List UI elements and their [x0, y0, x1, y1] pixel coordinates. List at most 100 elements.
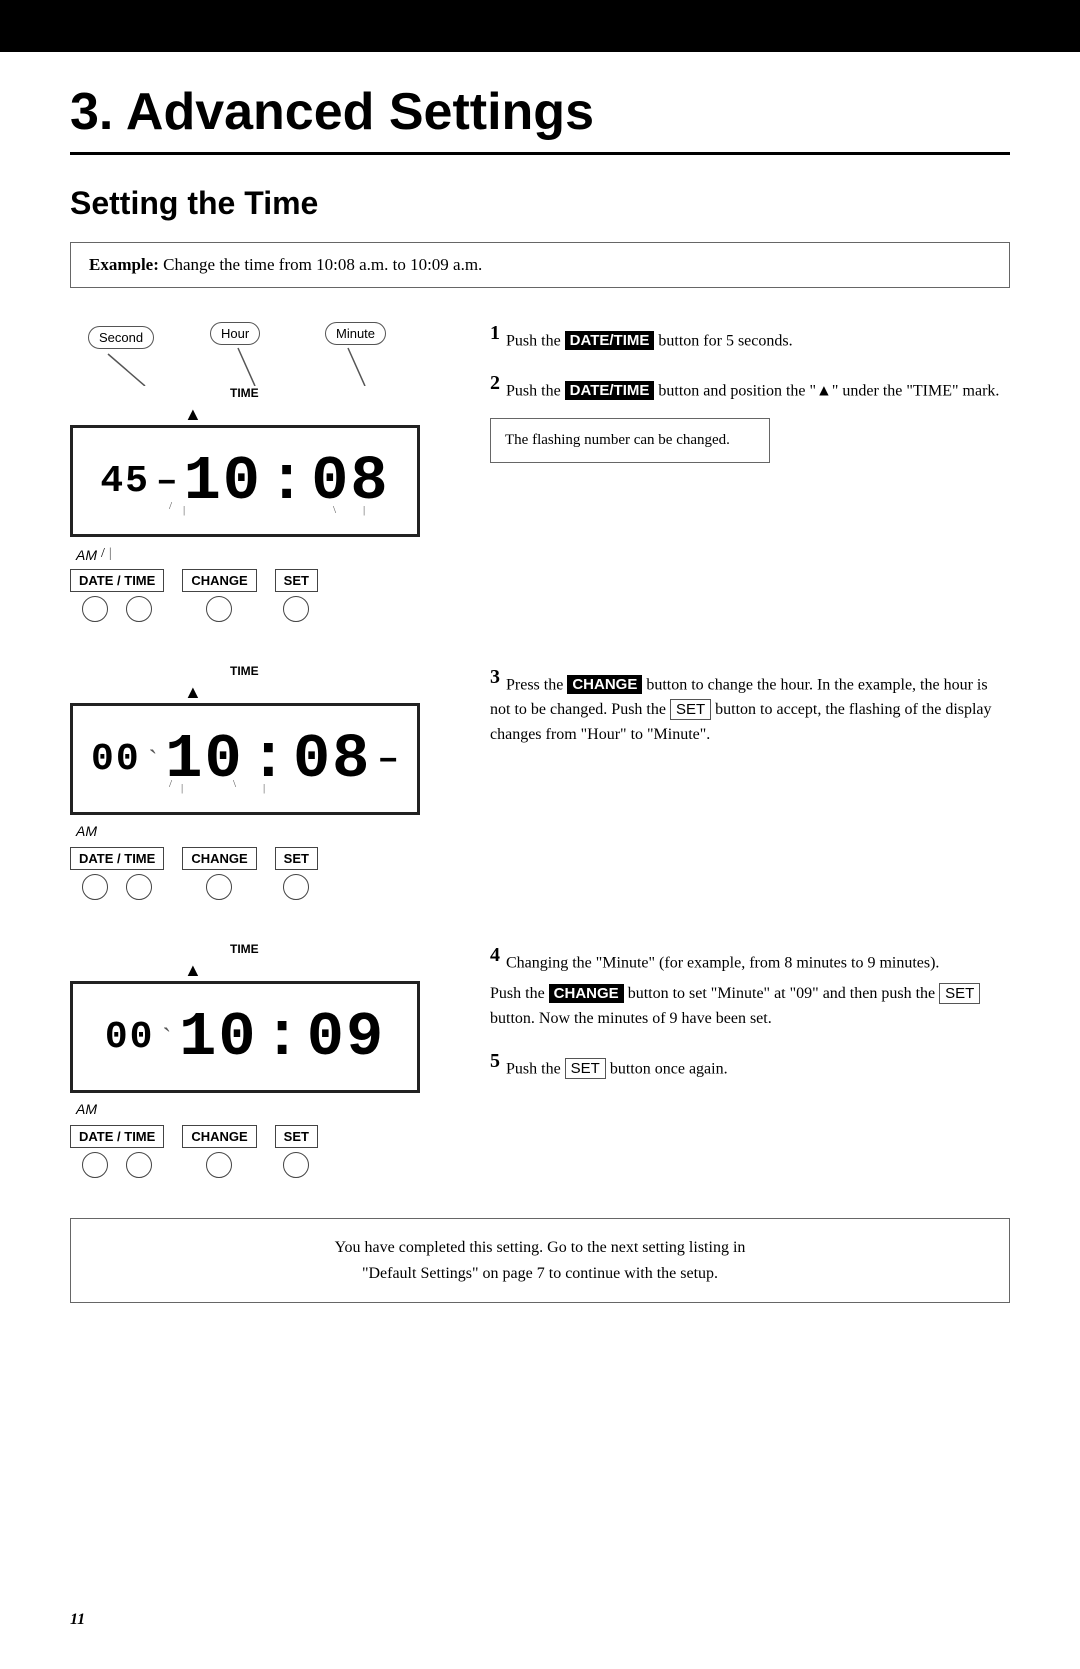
clock2-section: TIME ▲ 00 ` 10 : 08 – \ | / | A — [70, 662, 1010, 900]
clock3-btn-circle1[interactable] — [82, 1152, 108, 1178]
step4-highlight2: SET — [939, 983, 980, 1004]
clock2-dash: – — [377, 742, 399, 778]
clock2-change-group: CHANGE — [182, 847, 256, 900]
clock1-datetime-label[interactable]: DATE / TIME — [70, 569, 164, 592]
clock1-change-label[interactable]: CHANGE — [182, 569, 256, 592]
clock1-am: AM — [76, 547, 97, 563]
step4-part1: Changing the "Minute" (for example, from… — [506, 954, 939, 971]
step3-num: 3 — [490, 666, 500, 688]
step1-num: 1 — [490, 322, 500, 344]
clock1-time-label: TIME — [230, 386, 259, 400]
step1-after: button for 5 seconds. — [658, 332, 792, 349]
clock2-datetime-label[interactable]: DATE / TIME — [70, 847, 164, 870]
step4-highlight1: CHANGE — [549, 984, 624, 1003]
clock1-balloons: Second Hour Minute — [70, 318, 420, 386]
clock1-datetime-group: DATE / TIME — [70, 569, 164, 622]
clock2-change-label[interactable]: CHANGE — [182, 847, 256, 870]
clock2-colon: : — [250, 729, 287, 791]
clock2-datetime-group: DATE / TIME — [70, 847, 164, 900]
clock2-minutes: 08 — [293, 729, 371, 791]
clock1-right: 1 Push the DATE/TIME button for 5 second… — [490, 318, 1010, 463]
black-bar — [0, 0, 1080, 52]
clock1-left: Second Hour Minute TIME ▲ — [70, 318, 450, 622]
tick2: | — [183, 504, 185, 516]
clock3-left: TIME ▲ 00 ` 10 : 09 AM DATE / TIME — [70, 940, 450, 1178]
clock2-set-label[interactable]: SET — [275, 847, 318, 870]
clock1-set-label[interactable]: SET — [275, 569, 318, 592]
clock1-arrow: ▲ — [184, 404, 202, 424]
step3-text: 3 Press the CHANGE button to change the … — [490, 662, 1010, 748]
clock1-section: Second Hour Minute TIME ▲ — [70, 318, 1010, 622]
tick8: | — [181, 782, 183, 794]
clock1-button-row: DATE / TIME CHANGE SET — [70, 569, 450, 622]
tick1: / — [169, 500, 172, 512]
clock2-left: TIME ▲ 00 ` 10 : 08 – \ | / | A — [70, 662, 450, 900]
clock3-time-label: TIME — [230, 942, 259, 956]
clock1-set-group: SET — [275, 569, 318, 622]
section-title: Setting the Time — [70, 185, 1010, 222]
clock2-btn-circle2[interactable] — [126, 874, 152, 900]
step5-before: Push the — [506, 1060, 565, 1077]
step3-highlight2: SET — [670, 699, 711, 720]
page-number: 11 — [70, 1611, 85, 1629]
clock1-btn-circle3[interactable] — [206, 596, 232, 622]
clock1-hours: 10 — [184, 451, 262, 513]
clock1-minutes: 08 — [311, 451, 389, 513]
clock3-minutes: 09 — [307, 1007, 385, 1069]
clock3-change-group: CHANGE — [182, 1125, 256, 1178]
step2-after: button and position the "▲" under the "T… — [658, 382, 999, 399]
clock2-btn-circle1[interactable] — [82, 874, 108, 900]
clock3-set-label[interactable]: SET — [275, 1125, 318, 1148]
clock3-colon: : — [264, 1007, 301, 1069]
tick7: / — [169, 778, 172, 790]
step2-before: Push the — [506, 382, 565, 399]
step1-text: 1 Push the DATE/TIME button for 5 second… — [490, 318, 1010, 354]
clock2-seconds: 00 — [91, 741, 141, 779]
clock2-hours: 10 — [165, 729, 243, 791]
step5-num: 5 — [490, 1050, 500, 1072]
step4-text: 4 Changing the "Minute" (for example, fr… — [490, 940, 1010, 976]
example-text: Change the time from 10:08 a.m. to 10:09… — [163, 255, 482, 274]
clock2-tick1: ` — [149, 745, 158, 775]
example-box: Example: Change the time from 10:08 a.m.… — [70, 242, 1010, 288]
clock3-btn-circle2[interactable] — [126, 1152, 152, 1178]
clock2-am: AM — [76, 823, 97, 839]
clock3-datetime-label[interactable]: DATE / TIME — [70, 1125, 164, 1148]
step2-note: The flashing number can be changed. — [490, 418, 770, 463]
clock3-change-label[interactable]: CHANGE — [182, 1125, 256, 1148]
step4-before2: Push the — [490, 985, 549, 1002]
clock1-tick: | — [109, 546, 112, 562]
clock1-seconds: 45 — [100, 463, 150, 501]
step1-highlight: DATE/TIME — [565, 331, 655, 350]
clock1-btn-circle1[interactable] — [82, 596, 108, 622]
clock3-button-row: DATE / TIME CHANGE SET — [70, 1125, 450, 1178]
footer-line2: "Default Settings" on page 7 to continue… — [101, 1261, 979, 1287]
clock3-set-group: SET — [275, 1125, 318, 1178]
clock1-btn-circle2[interactable] — [126, 596, 152, 622]
step5-text: 5 Push the SET button once again. — [490, 1046, 1010, 1082]
clock3-btn-circle3[interactable] — [206, 1152, 232, 1178]
clock1-display: 45 – 10 : 08 / | \ | — [70, 425, 420, 537]
step4-num: 4 — [490, 944, 500, 966]
clock1-btn-circle4[interactable] — [283, 596, 309, 622]
clock2-time-label: TIME — [230, 664, 259, 678]
footer-box: You have completed this setting. Go to t… — [70, 1218, 1010, 1303]
step1-before: Push the — [506, 332, 565, 349]
clock3-btn-circle4[interactable] — [283, 1152, 309, 1178]
clock3-am: AM — [76, 1101, 97, 1117]
step3-before: Press the — [506, 676, 567, 693]
footer-line1: You have completed this setting. Go to t… — [101, 1235, 979, 1261]
clock3-arrow: ▲ — [184, 960, 202, 980]
chapter-title: 3. Advanced Settings — [70, 82, 1010, 142]
tick4: | — [363, 504, 365, 516]
clock1-colon: : — [268, 451, 305, 513]
clock3-display: 00 ` 10 : 09 — [70, 981, 420, 1093]
clock2-btn-circle3[interactable] — [206, 874, 232, 900]
balloon-lines — [70, 318, 420, 386]
step2-highlight: DATE/TIME — [565, 381, 655, 400]
clock3-seconds: 00 — [105, 1019, 155, 1057]
clock2-btn-circle4[interactable] — [283, 874, 309, 900]
clock2-button-row: DATE / TIME CHANGE SET — [70, 847, 450, 900]
tick6: | — [263, 782, 265, 794]
step2-num: 2 — [490, 372, 500, 394]
